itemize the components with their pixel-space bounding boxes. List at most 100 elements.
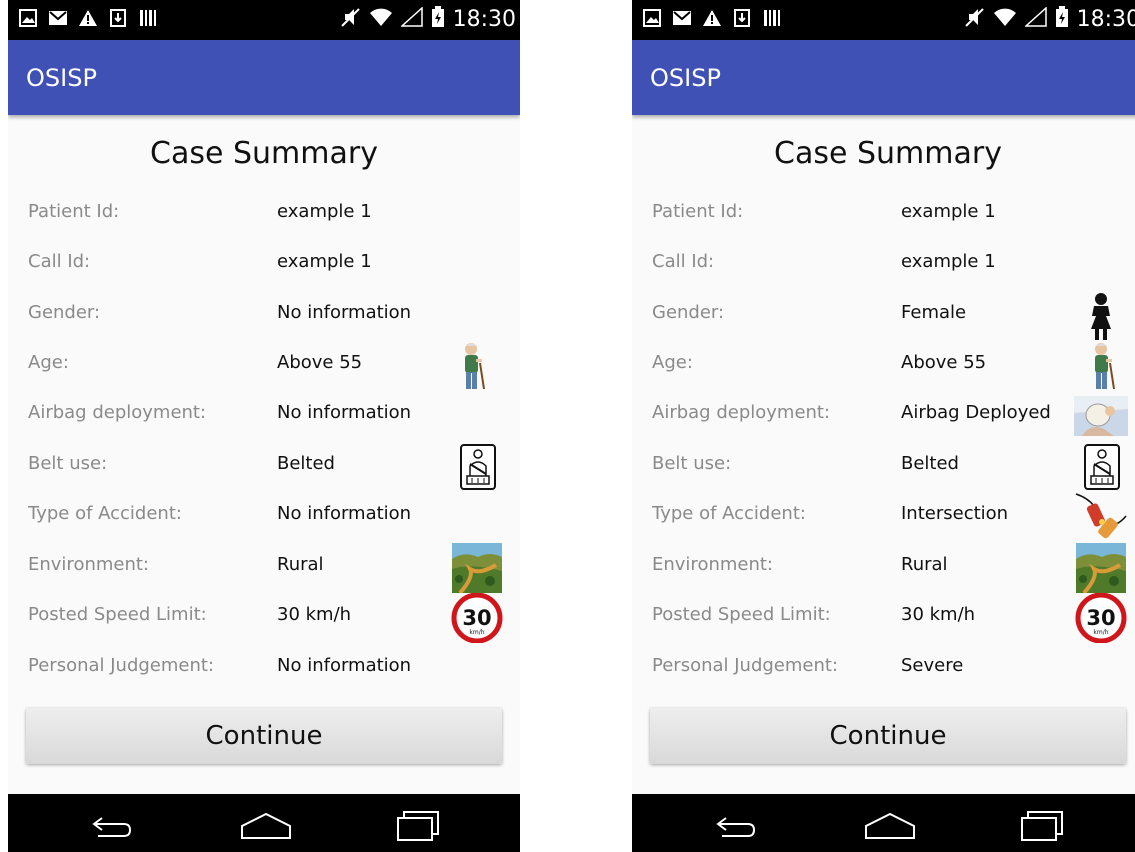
row-personal-judgement: Personal Judgement: Severe: [632, 644, 1135, 694]
app-bar: OSISP: [632, 40, 1135, 115]
row-label: Environment:: [652, 554, 773, 575]
airbag-icon: [1074, 391, 1128, 441]
back-icon[interactable]: [84, 808, 144, 842]
row-label: Posted Speed Limit:: [652, 604, 831, 625]
continue-button[interactable]: Continue: [650, 708, 1126, 764]
row-label: Age:: [28, 352, 69, 373]
elderly-person-icon: [1074, 341, 1128, 391]
row-value: 30 km/h: [277, 604, 352, 625]
row-environment: Environment: Rural: [8, 543, 520, 595]
row-value: Above 55: [277, 352, 363, 373]
intersection-crash-icon: [1074, 492, 1128, 542]
app-bar: OSISP: [8, 40, 520, 115]
mute-icon: [339, 6, 361, 32]
rural-landscape-icon: [450, 543, 504, 595]
row-value: Severe: [901, 655, 964, 676]
image-notification-icon: [18, 8, 38, 28]
row-label: Gender:: [28, 302, 101, 323]
status-bar: 18:30: [632, 0, 1135, 40]
row-belt-use: Belt use: Belted: [8, 442, 520, 492]
barcode-icon: [138, 8, 158, 28]
row-value: Rural: [901, 554, 948, 575]
row-value: No information: [277, 503, 412, 524]
row-label: Airbag deployment:: [652, 402, 831, 423]
row-belt-use: Belt use: Belted: [632, 442, 1135, 492]
signal-icon: [399, 6, 423, 31]
app-title: OSISP: [26, 64, 97, 92]
row-value: example 1: [901, 201, 996, 222]
phone-screen-right: 18:30 OSISP Case Summary Patient Id: exa…: [632, 0, 1135, 852]
wifi-icon: [993, 7, 1017, 31]
warning-icon: [702, 8, 722, 28]
home-icon[interactable]: [860, 808, 920, 842]
battery-icon: [431, 6, 445, 32]
download-icon: [108, 8, 128, 28]
row-label: Age:: [652, 352, 693, 373]
elderly-person-icon: [450, 341, 504, 391]
row-label: Airbag deployment:: [28, 402, 207, 423]
row-personal-judgement: Personal Judgement: No information: [8, 644, 520, 694]
rural-landscape-icon: [1074, 543, 1128, 595]
home-icon[interactable]: [236, 808, 296, 842]
row-airbag: Airbag deployment: Airbag Deployed: [632, 391, 1135, 441]
page-title: Case Summary: [150, 136, 378, 171]
gmail-icon: [672, 8, 692, 28]
row-value: Airbag Deployed: [901, 402, 1051, 423]
female-person-icon: [1074, 291, 1128, 341]
speed-sign-unit: km/h: [1093, 629, 1108, 636]
row-type-of-accident: Type of Accident: Intersection: [632, 492, 1135, 542]
row-value: example 1: [277, 251, 372, 272]
row-label: Patient Id:: [652, 201, 744, 222]
row-value: No information: [277, 302, 412, 323]
status-bar: 18:30: [8, 0, 520, 40]
row-label: Belt use:: [28, 453, 108, 474]
barcode-icon: [762, 8, 782, 28]
back-icon[interactable]: [708, 808, 768, 842]
clock: 18:30: [452, 6, 516, 32]
phone-screen-left: 18:30 OSISP Case Summary Patient Id: exa…: [8, 0, 520, 852]
page-title: Case Summary: [774, 136, 1002, 171]
row-value: No information: [277, 402, 412, 423]
seatbelt-icon: [1074, 442, 1128, 492]
recent-apps-icon[interactable]: [1010, 808, 1070, 842]
speed-limit-sign-icon: 30 km/h: [1074, 592, 1128, 644]
row-airbag: Airbag deployment: No information: [8, 391, 520, 441]
wifi-icon: [369, 7, 393, 31]
navigation-bar: [632, 794, 1135, 852]
gmail-icon: [48, 8, 68, 28]
row-label: Type of Accident:: [652, 503, 806, 524]
row-gender: Gender: No information: [8, 291, 520, 341]
row-value: Female: [901, 302, 967, 323]
row-call-id: Call Id: example 1: [8, 240, 520, 290]
row-label: Personal Judgement:: [28, 655, 215, 676]
row-age: Age: Above 55: [8, 341, 520, 391]
row-label: Call Id:: [28, 251, 91, 272]
battery-icon: [1055, 6, 1069, 32]
row-value: Rural: [277, 554, 324, 575]
row-patient-id: Patient Id: example 1: [632, 190, 1135, 240]
mute-icon: [963, 6, 985, 32]
row-label: Call Id:: [652, 251, 715, 272]
row-patient-id: Patient Id: example 1: [8, 190, 520, 240]
row-label: Environment:: [28, 554, 149, 575]
clock: 18:30: [1076, 6, 1135, 32]
row-value: example 1: [901, 251, 996, 272]
row-type-of-accident: Type of Accident: No information: [8, 492, 520, 542]
warning-icon: [78, 8, 98, 28]
recent-apps-icon[interactable]: [386, 808, 446, 842]
app-title: OSISP: [650, 64, 721, 92]
continue-button[interactable]: Continue: [26, 708, 502, 764]
row-label: Type of Accident:: [28, 503, 182, 524]
seatbelt-icon: [450, 442, 504, 492]
speed-sign-number: 30: [462, 606, 491, 630]
row-age: Age: Above 55: [632, 341, 1135, 391]
row-posted-speed-limit: Posted Speed Limit: 30 km/h 30 km/h: [8, 592, 520, 644]
row-value: Belted: [901, 453, 959, 474]
row-value: example 1: [277, 201, 372, 222]
row-call-id: Call Id: example 1: [632, 240, 1135, 290]
row-label: Gender:: [652, 302, 725, 323]
row-value: Above 55: [901, 352, 987, 373]
row-gender: Gender: Female: [632, 291, 1135, 341]
signal-icon: [1023, 6, 1047, 31]
row-value: Intersection: [901, 503, 1009, 524]
